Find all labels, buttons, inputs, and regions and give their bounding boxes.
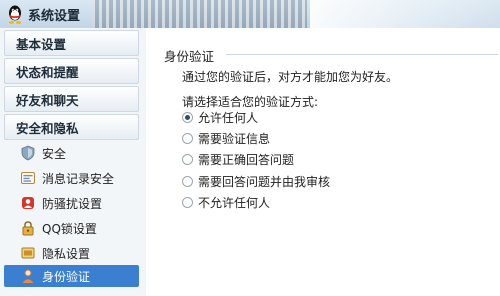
radio-button[interactable]: [182, 132, 193, 144]
lock-icon: [22, 221, 34, 236]
section-divider: [226, 54, 498, 55]
title-bar: 系统设置: [0, 0, 500, 28]
sidebar-item-privacy[interactable]: 隐私设置: [4, 242, 139, 264]
sidebar-item-qq-lock[interactable]: QQ锁设置: [4, 217, 139, 239]
verify-description: 通过您的验证后，对方才能加您为好友。: [182, 70, 399, 84]
app-title-text: 系统设置: [28, 8, 81, 24]
sidebar-item-label: 消息记录安全: [42, 171, 115, 186]
option-require-correct-answer[interactable]: 需要正确回答问题: [182, 150, 294, 168]
sidebar-item-label: QQ锁设置: [42, 221, 97, 236]
option-label: 需要回答问题并由我审核: [198, 174, 331, 189]
section-title: 身份验证: [164, 49, 215, 64]
settings-sidebar: 基本设置 状态和提醒 好友和聊天 安全和隐私 安全 消息记录安全 防骚扰设置 Q…: [0, 28, 147, 296]
option-allow-anyone[interactable]: 允许任何人: [182, 108, 258, 126]
sidebar-item-label: 隐私设置: [42, 246, 91, 261]
anti-harass-icon: [22, 197, 34, 209]
sidebar-item-label: 防骚扰设置: [42, 196, 103, 211]
window-title: 系统设置: [6, 4, 80, 24]
sidebar-item-anti-harass[interactable]: 防骚扰设置: [4, 192, 139, 214]
option-label: 允许任何人: [198, 110, 259, 125]
category-friends-chat[interactable]: 好友和聊天: [4, 86, 139, 112]
identity-verify-panel: 身份验证 通过您的验证后，对方才能加您为好友。 请选择适合您的验证方式: 允许任…: [146, 28, 500, 296]
option-allow-nobody[interactable]: 不允许任何人: [182, 193, 270, 211]
shield-icon: [21, 145, 35, 161]
sidebar-item-message-record[interactable]: 消息记录安全: [4, 167, 139, 189]
radio-button[interactable]: [182, 175, 193, 187]
sidebar-item-identity-verify[interactable]: 身份验证: [4, 265, 139, 287]
radio-button[interactable]: [182, 111, 193, 123]
qq-penguin-icon: [8, 5, 22, 24]
radio-button[interactable]: [182, 196, 193, 208]
option-answer-and-review[interactable]: 需要回答问题并由我审核: [182, 172, 330, 190]
option-label: 需要验证信息: [198, 131, 271, 146]
sidebar-item-label: 安全: [42, 146, 67, 161]
message-record-icon: [21, 172, 35, 184]
category-basic[interactable]: 基本设置: [4, 30, 139, 56]
radio-button[interactable]: [182, 153, 193, 165]
privacy-icon: [21, 247, 35, 259]
title-decoration-fade: [310, 0, 500, 28]
option-require-message[interactable]: 需要验证信息: [182, 129, 270, 147]
option-label: 需要正确回答问题: [198, 152, 295, 167]
option-label: 不允许任何人: [198, 195, 271, 210]
title-decoration: [92, 0, 307, 28]
category-status[interactable]: 状态和提醒: [4, 58, 139, 84]
sidebar-item-security[interactable]: 安全: [4, 142, 139, 164]
sidebar-item-label: 身份验证: [42, 269, 91, 284]
category-security-privacy[interactable]: 安全和隐私: [4, 114, 139, 140]
user-verify-icon: [22, 269, 34, 283]
